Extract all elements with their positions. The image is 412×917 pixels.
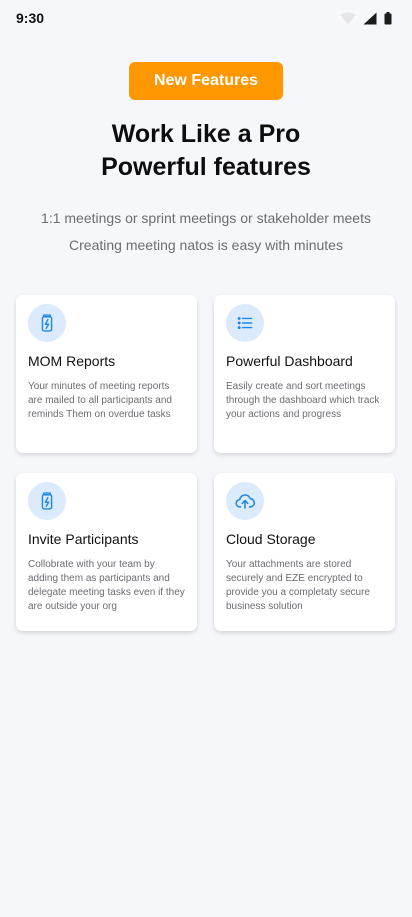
feature-card-cloud-storage[interactable]: Cloud Storage Your attachments are store… <box>214 473 395 631</box>
subtext-line-2: Creating meeting natos is easy with minu… <box>69 237 343 253</box>
page-subtitle: 1:1 meetings or sprint meetings or stake… <box>0 205 412 259</box>
feature-description: Your minutes of meeting reports are mail… <box>28 381 172 420</box>
headline-line-2: Powerful features <box>101 153 311 181</box>
feature-title: Powerful Dashboard <box>226 353 353 369</box>
signal-icon <box>363 12 377 30</box>
feature-description: Your attachments are stored securely and… <box>226 559 370 612</box>
page-title: Work Like a Pro Powerful features <box>0 118 412 184</box>
feature-title: Invite Participants <box>28 531 139 547</box>
status-icons <box>340 12 392 30</box>
battery-charging-icon <box>28 304 66 342</box>
battery-charging-icon <box>28 482 66 520</box>
feature-title: Cloud Storage <box>226 531 316 547</box>
wifi-icon <box>340 12 356 30</box>
headline-line-1: Work Like a Pro <box>111 120 301 148</box>
feature-description: Easily create and sort meetings through … <box>226 381 380 420</box>
feature-card-invite-participants[interactable]: Invite Participants Collobrate with your… <box>16 473 197 631</box>
list-icon <box>226 304 264 342</box>
feature-title: MOM Reports <box>28 353 116 369</box>
status-time: 9:30 <box>16 10 45 26</box>
feature-description: Collobrate with your team by adding them… <box>28 559 185 612</box>
subtext-line-1: 1:1 meetings or sprint meetings or stake… <box>41 210 371 226</box>
cloud-upload-icon <box>226 482 264 520</box>
feature-card-powerful-dashboard[interactable]: Powerful Dashboard Easily create and sor… <box>214 295 395 453</box>
new-features-badge[interactable]: New Features <box>129 62 283 100</box>
battery-icon <box>384 12 392 30</box>
status-bar: 9:30 <box>0 0 412 38</box>
feature-card-mom-reports[interactable]: MOM Reports Your minutes of meeting repo… <box>16 295 197 453</box>
